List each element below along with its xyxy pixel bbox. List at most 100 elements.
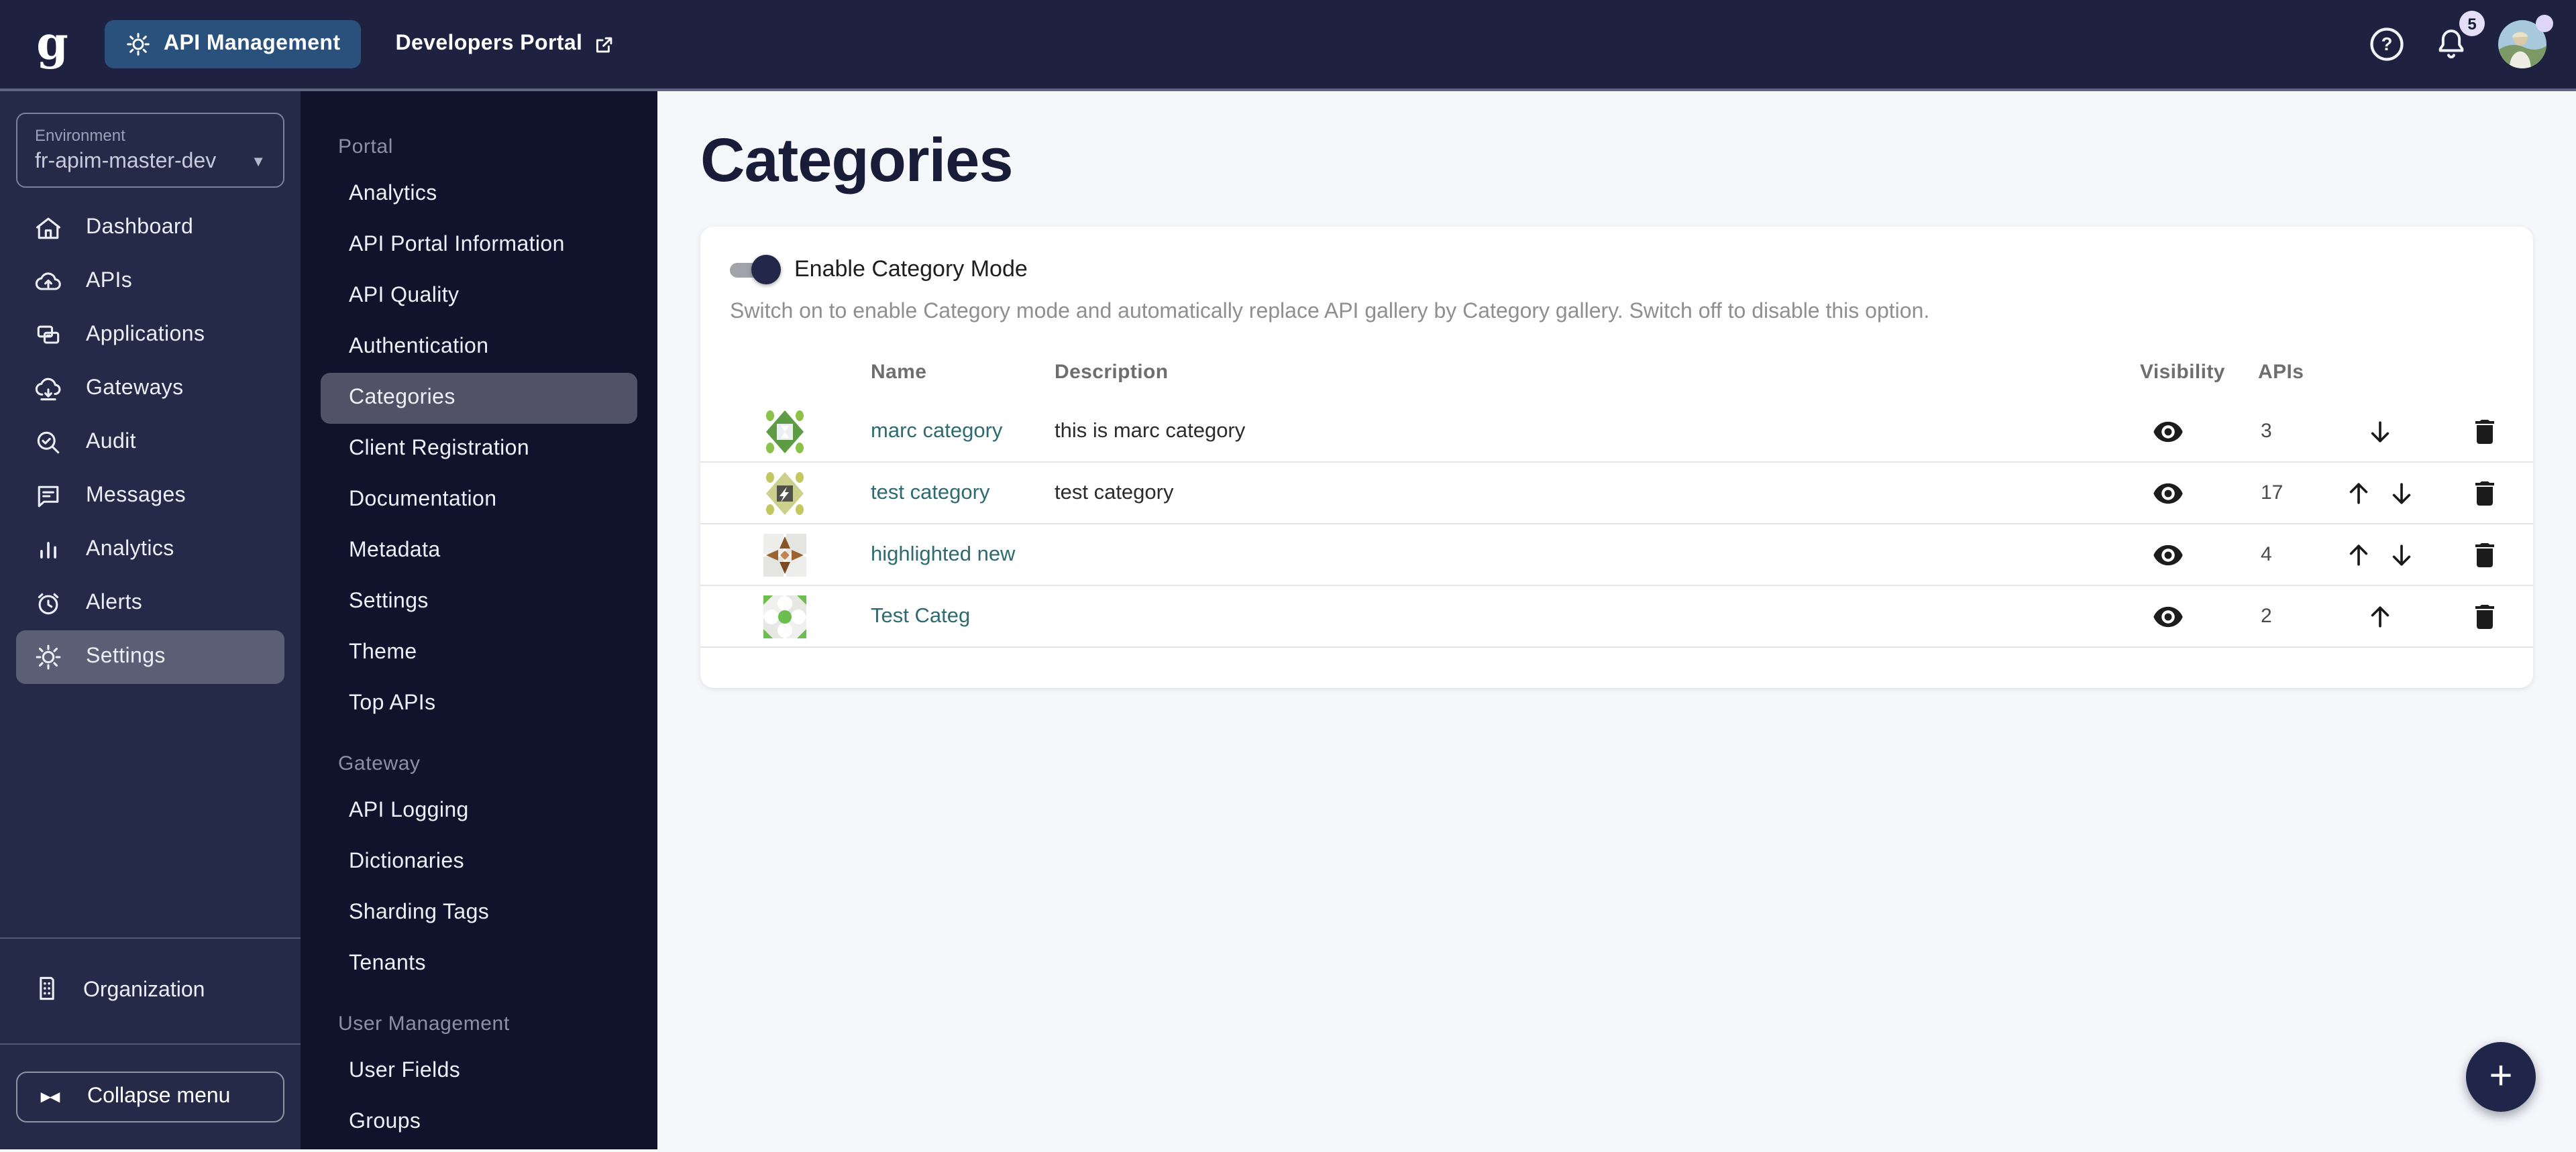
category-thumbnail-green-flower bbox=[763, 595, 806, 638]
sidebar-item-analytics[interactable]: Analytics bbox=[16, 523, 284, 577]
subsidebar-item-user-fields[interactable]: User Fields bbox=[301, 1046, 657, 1097]
subsidebar-item-analytics[interactable]: Analytics bbox=[301, 169, 657, 220]
enable-category-mode-toggle[interactable] bbox=[730, 255, 781, 284]
collapse-icon: ▶◀ bbox=[40, 1090, 60, 1104]
sidebar-item-label: Alerts bbox=[86, 591, 143, 614]
section-title-gateway: Gateway bbox=[338, 752, 421, 774]
developers-portal-link[interactable]: Developers Portal bbox=[395, 32, 616, 56]
column-apis: APIs bbox=[2258, 360, 2304, 383]
app-window: g API Management Developers Portal ? 5 E… bbox=[0, 0, 2576, 1152]
apis-count: 17 bbox=[2261, 481, 2284, 504]
move-up-button[interactable] bbox=[2343, 538, 2375, 571]
subsidebar-item-documentation[interactable]: Documentation bbox=[301, 475, 657, 526]
top-bar: g API Management Developers Portal ? 5 bbox=[0, 0, 2576, 91]
subsidebar-item-theme[interactable]: Theme bbox=[301, 628, 657, 679]
collapse-menu-button[interactable]: ▶◀ Collapse menu bbox=[16, 1072, 284, 1122]
help-button[interactable]: ? bbox=[2364, 21, 2410, 67]
category-mode-description: Switch on to enable Category mode and au… bbox=[730, 300, 1930, 323]
move-down-button[interactable] bbox=[2385, 477, 2418, 509]
category-name-link[interactable]: test category bbox=[871, 481, 1055, 505]
svg-text:?: ? bbox=[2381, 34, 2393, 54]
category-name-link[interactable]: marc category bbox=[871, 419, 1055, 443]
category-name-link[interactable]: highlighted new bbox=[871, 542, 1055, 567]
subsidebar-item-dictionaries[interactable]: Dictionaries bbox=[301, 837, 657, 888]
environment-label: Environment bbox=[35, 126, 125, 145]
sidebar-item-applications[interactable]: Applications bbox=[16, 308, 284, 362]
move-down-button[interactable] bbox=[2385, 538, 2418, 571]
category-thumbnail-green-diamond bbox=[766, 410, 804, 453]
table-header-row: Name Description Visibility APIs bbox=[700, 342, 2533, 401]
sidebar-item-audit[interactable]: Audit bbox=[16, 416, 284, 469]
category-description: this is marc category bbox=[1055, 419, 1246, 442]
cloud-upload-icon bbox=[32, 266, 64, 298]
arrow-down-icon bbox=[2371, 420, 2390, 442]
alarm-icon bbox=[32, 587, 64, 620]
subsidebar-item-categories[interactable]: Categories bbox=[321, 373, 637, 424]
gear-icon bbox=[127, 33, 150, 56]
settings-sub-sidebar: Portal Analytics API Portal Information … bbox=[301, 91, 657, 1149]
delete-category-button[interactable] bbox=[2467, 475, 2502, 510]
visibility-eye-button[interactable] bbox=[2145, 532, 2191, 577]
category-name-link[interactable]: Test Categ bbox=[871, 604, 1055, 628]
table-row: highlighted new 4 bbox=[700, 524, 2533, 586]
visibility-eye-button[interactable] bbox=[2145, 408, 2191, 454]
api-management-label: API Management bbox=[164, 32, 341, 55]
gravitee-logo[interactable]: g bbox=[30, 21, 75, 67]
subsidebar-item-metadata[interactable]: Metadata bbox=[301, 526, 657, 577]
collapse-menu-label: Collapse menu bbox=[87, 1085, 231, 1108]
subsidebar-item-tenants[interactable]: Tenants bbox=[301, 939, 657, 990]
subsidebar-item-settings[interactable]: Settings bbox=[301, 577, 657, 628]
sidebar-item-organization[interactable]: Organization bbox=[0, 939, 301, 1043]
subsidebar-item-top-apis[interactable]: Top APIs bbox=[301, 679, 657, 730]
move-down-button[interactable] bbox=[2364, 415, 2396, 447]
column-visibility: Visibility bbox=[2140, 360, 2225, 383]
sidebar-item-alerts[interactable]: Alerts bbox=[16, 577, 284, 630]
move-up-button[interactable] bbox=[2364, 600, 2396, 632]
sidebar-item-label: Dashboard bbox=[86, 216, 194, 239]
sidebar-item-apis[interactable]: APIs bbox=[16, 255, 284, 308]
cloud-download-icon bbox=[32, 373, 64, 405]
add-category-button[interactable]: + bbox=[2466, 1042, 2536, 1112]
delete-category-button[interactable] bbox=[2467, 414, 2502, 449]
gear-icon bbox=[32, 641, 64, 673]
sidebar-item-messages[interactable]: Messages bbox=[16, 469, 284, 523]
delete-category-button[interactable] bbox=[2467, 537, 2502, 572]
subsidebar-item-api-logging[interactable]: API Logging bbox=[301, 786, 657, 837]
sidebar-item-label: Analytics bbox=[86, 538, 174, 561]
visibility-eye-button[interactable] bbox=[2145, 470, 2191, 516]
move-up-button[interactable] bbox=[2343, 477, 2375, 509]
table-row: Test Categ 2 bbox=[700, 586, 2533, 648]
notifications-button[interactable]: 5 bbox=[2428, 11, 2485, 67]
eye-icon bbox=[2153, 420, 2183, 442]
external-link-icon bbox=[596, 36, 612, 52]
sidebar-item-label: Messages bbox=[86, 484, 186, 507]
developers-portal-label: Developers Portal bbox=[395, 32, 583, 55]
trash-icon bbox=[2475, 542, 2494, 567]
subsidebar-item-authentication[interactable]: Authentication bbox=[301, 322, 657, 373]
notification-count-badge: 5 bbox=[2459, 11, 2485, 36]
trash-icon bbox=[2475, 481, 2494, 505]
subsidebar-item-groups[interactable]: Groups bbox=[301, 1097, 657, 1148]
subsidebar-item-sharding-tags[interactable]: Sharding Tags bbox=[301, 888, 657, 939]
apis-count: 4 bbox=[2261, 543, 2272, 566]
subsidebar-item-client-registration[interactable]: Client Registration bbox=[301, 424, 657, 475]
trash-icon bbox=[2475, 419, 2494, 443]
visibility-eye-button[interactable] bbox=[2145, 593, 2191, 639]
sidebar-item-settings[interactable]: Settings bbox=[16, 630, 284, 684]
sidebar-item-dashboard[interactable]: Dashboard bbox=[16, 201, 284, 255]
sidebar-item-gateways[interactable]: Gateways bbox=[16, 362, 284, 416]
table-row: marc category this is marc category 3 bbox=[700, 401, 2533, 463]
organization-label: Organization bbox=[83, 979, 205, 1002]
eye-icon bbox=[2153, 606, 2183, 627]
delete-category-button[interactable] bbox=[2467, 599, 2502, 634]
categories-card: Enable Category Mode Switch on to enable… bbox=[700, 227, 2533, 688]
avatar-status-dot bbox=[2536, 15, 2553, 32]
api-management-button[interactable]: API Management bbox=[105, 20, 361, 68]
subsidebar-item-api-portal-information[interactable]: API Portal Information bbox=[301, 220, 657, 271]
environment-value: fr-apim-master-dev bbox=[35, 150, 217, 173]
subsidebar-item-api-quality[interactable]: API Quality bbox=[301, 271, 657, 322]
primary-nav: Dashboard APIs Applications Gateways Aud… bbox=[0, 201, 301, 684]
apis-count: 3 bbox=[2261, 420, 2272, 443]
environment-selector[interactable]: Environment fr-apim-master-dev ▼ bbox=[16, 113, 284, 188]
